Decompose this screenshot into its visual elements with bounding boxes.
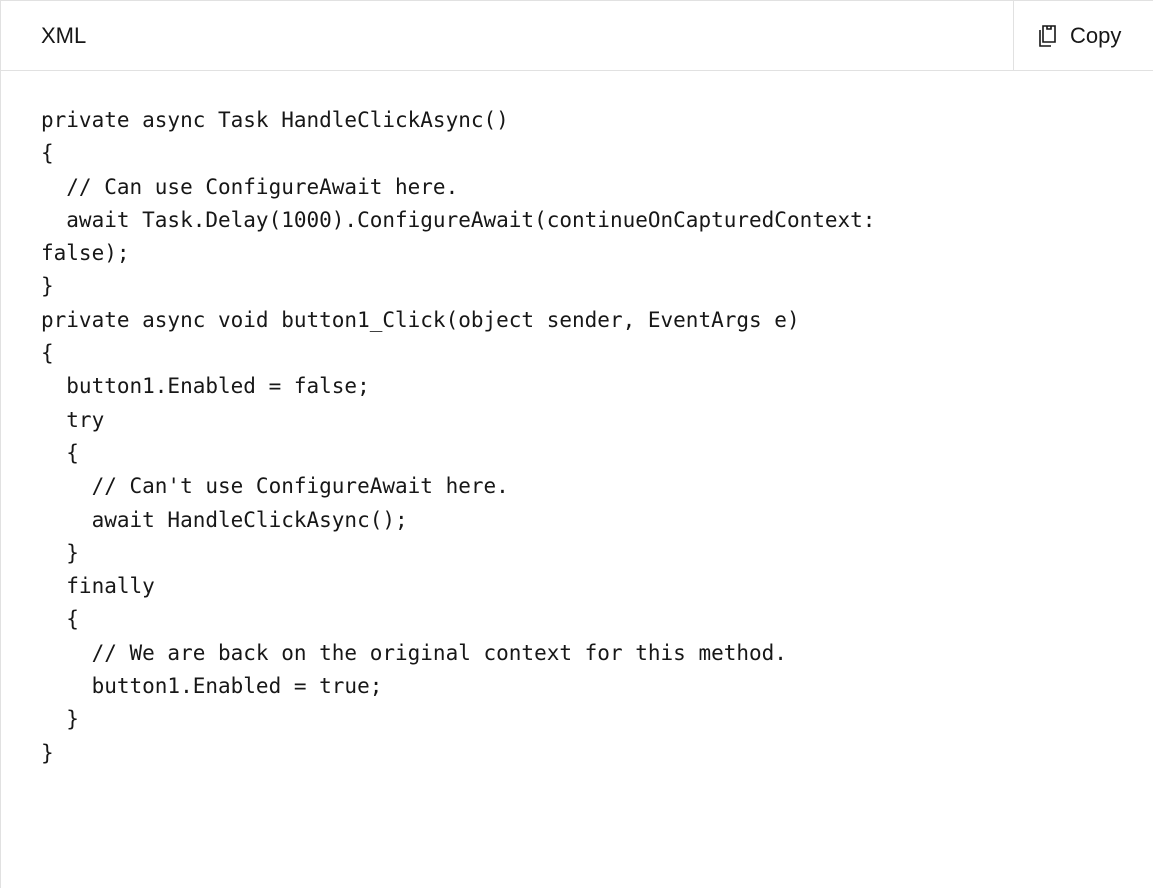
code-line: } (41, 274, 54, 299)
code-body: private async Task HandleClickAsync() { /… (1, 71, 1153, 889)
copy-button[interactable]: Copy (1013, 1, 1153, 70)
code-line: { (41, 440, 79, 465)
code-line: await Task.Delay(1000).ConfigureAwait(co… (41, 207, 876, 232)
code-line: // Can use ConfigureAwait here. (41, 174, 459, 199)
code-line: { (41, 341, 54, 366)
copy-icon (1034, 23, 1060, 49)
code-line: button1.Enabled = true; (41, 674, 383, 699)
code-line: false); (41, 241, 130, 266)
code-content: private async Task HandleClickAsync() { /… (41, 104, 875, 770)
copy-label: Copy (1070, 22, 1122, 48)
code-line: } (41, 707, 79, 732)
code-line: await HandleClickAsync(); (41, 507, 408, 532)
code-line: // We are back on the original context f… (41, 640, 787, 665)
code-line: button1.Enabled = false; (41, 374, 370, 399)
language-label: XML (41, 23, 87, 48)
code-line: { (41, 141, 54, 166)
code-block: XML Copy private async Task HandleClickA… (0, 0, 1153, 888)
code-line: try (41, 407, 105, 432)
code-line: private async void button1_Click(object … (41, 307, 800, 332)
code-line: private async Task HandleClickAsync() (41, 108, 509, 132)
code-block-header: XML Copy (1, 1, 1153, 71)
code-line: finally (41, 574, 155, 599)
code-line: } (41, 740, 54, 765)
code-line: } (41, 540, 79, 565)
code-line: // Can't use ConfigureAwait here. (41, 474, 509, 499)
code-line: { (41, 607, 79, 632)
